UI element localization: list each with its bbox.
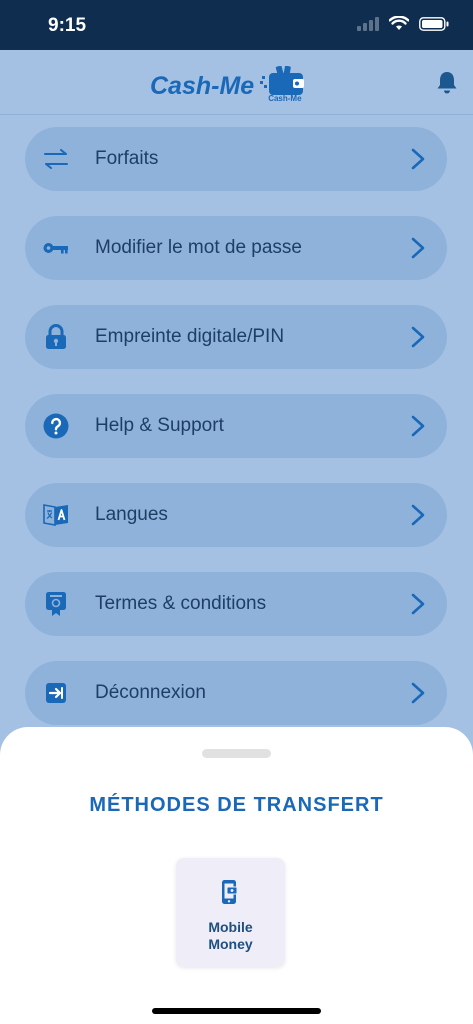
transfer-arrows-icon	[43, 147, 69, 171]
menu-item-languages[interactable]: Langues	[25, 483, 447, 547]
chevron-right-icon	[411, 593, 425, 615]
notification-bell-icon[interactable]	[436, 70, 458, 94]
app-header: Cash-Me Cash-Me	[0, 50, 473, 115]
logo-caption: Cash-Me	[268, 94, 302, 103]
certificate-icon	[43, 592, 69, 616]
battery-icon	[419, 16, 449, 31]
menu-item-label: Déconnexion	[95, 682, 206, 703]
chevron-right-icon	[411, 504, 425, 526]
menu-item-label: Langues	[95, 504, 168, 525]
lock-icon	[43, 324, 69, 349]
home-indicator	[152, 1008, 321, 1014]
menu-item-change-password[interactable]: Modifier le mot de passe	[25, 216, 447, 280]
wallet-logo-icon: Cash-Me	[260, 65, 308, 106]
method-label: Mobile Money	[176, 919, 285, 953]
sheet-grabber[interactable]	[202, 749, 271, 758]
chevron-right-icon	[411, 237, 425, 259]
method-label-line2: Money	[208, 936, 253, 952]
key-icon	[43, 236, 69, 260]
menu-item-label: Help & Support	[95, 415, 224, 436]
menu-item-logout[interactable]: Déconnexion	[25, 661, 447, 725]
mobile-money-icon	[222, 880, 238, 904]
menu-item-fingerprint-pin[interactable]: Empreinte digitale/PIN	[25, 305, 447, 369]
signal-icon	[357, 16, 379, 31]
wifi-icon	[389, 16, 409, 30]
brand-logo: Cash-Me Cash-Me	[150, 65, 308, 106]
method-mobile-money[interactable]: Mobile Money	[176, 858, 285, 967]
chevron-right-icon	[411, 326, 425, 348]
menu-item-help-support[interactable]: Help & Support	[25, 394, 447, 458]
sheet-title: MÉTHODES DE TRANSFERT	[89, 794, 384, 816]
method-label-line1: Mobile	[208, 919, 253, 935]
menu-item-label: Forfaits	[95, 148, 159, 169]
menu-item-label: Termes & conditions	[95, 593, 267, 614]
help-icon	[43, 413, 69, 439]
menu-item-forfaits[interactable]: Forfaits	[25, 127, 447, 191]
menu-item-label: Empreinte digitale/PIN	[95, 326, 285, 347]
chevron-right-icon	[411, 682, 425, 704]
status-icons	[357, 16, 449, 31]
chevron-right-icon	[411, 415, 425, 437]
transfer-methods-sheet: MÉTHODES DE TRANSFERT Mobile Money	[0, 727, 473, 1024]
menu-item-label: Modifier le mot de passe	[95, 237, 302, 258]
brand-name: Cash-Me	[150, 71, 255, 100]
settings-menu: Forfaits Modifier le mot de passe Emprei…	[25, 127, 447, 750]
logout-icon	[43, 681, 69, 705]
chevron-right-icon	[411, 148, 425, 170]
menu-item-terms-conditions[interactable]: Termes & conditions	[25, 572, 447, 636]
translate-icon	[43, 503, 69, 527]
status-time: 9:15	[48, 15, 87, 36]
status-bar: 9:15	[0, 0, 473, 50]
